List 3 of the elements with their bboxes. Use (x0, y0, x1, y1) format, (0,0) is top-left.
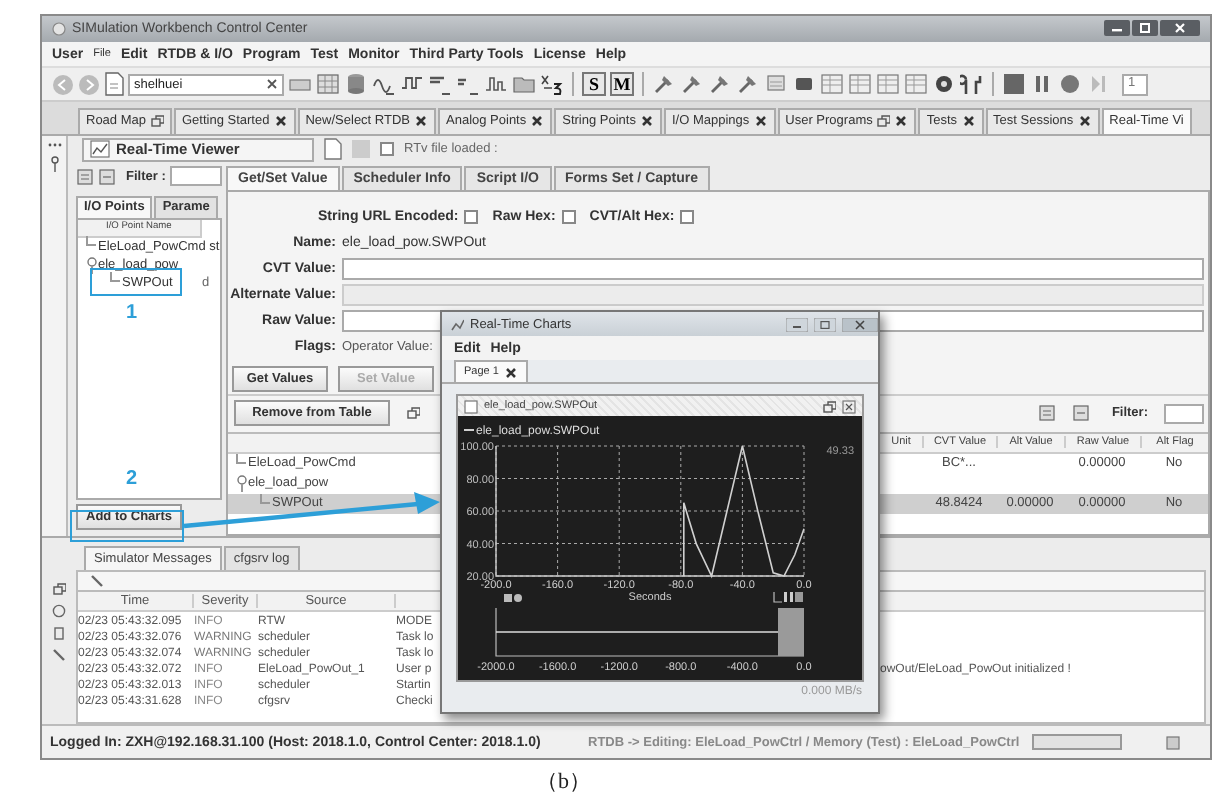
step-number: 1 (126, 302, 138, 324)
figure-caption: （b） (536, 769, 591, 793)
step-number: 2 (126, 468, 138, 490)
